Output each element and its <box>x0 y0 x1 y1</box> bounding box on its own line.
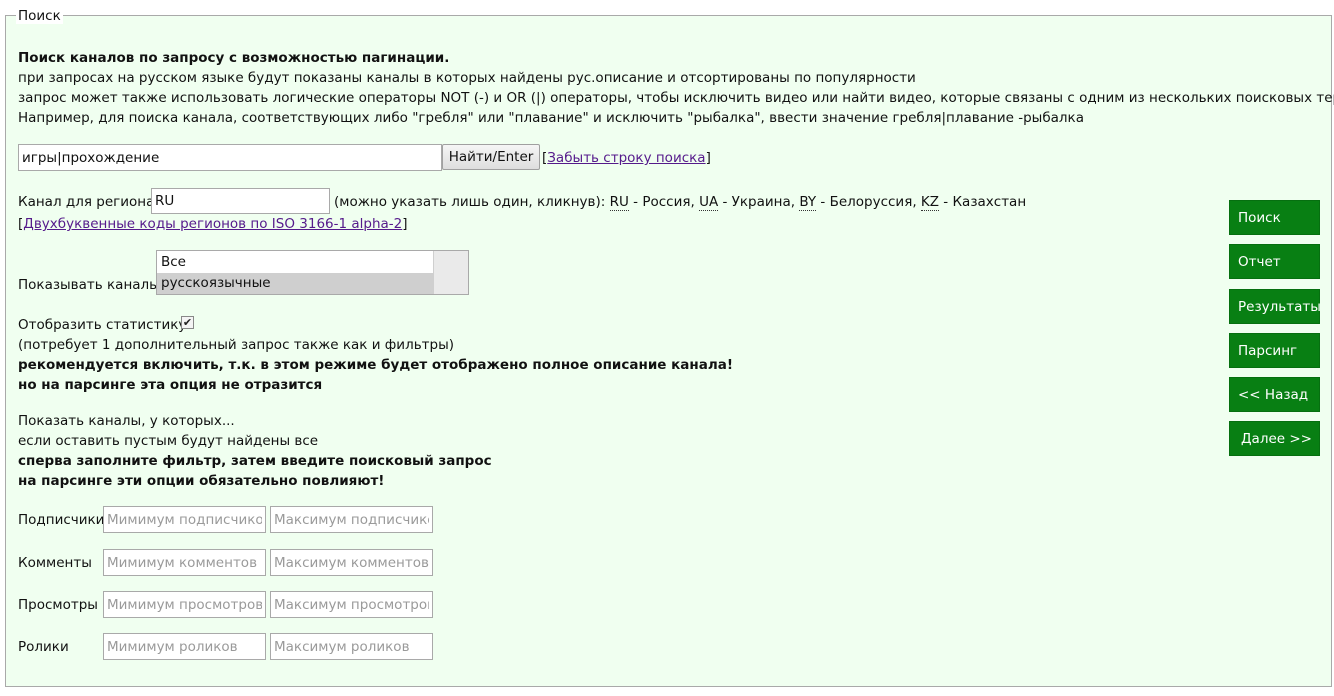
region-code-by[interactable]: BY <box>799 194 817 211</box>
intro-heading: Поиск каналов по запросу с возможностью … <box>18 50 450 66</box>
forget-search-link[interactable]: Забыть строку поиска <box>547 150 705 166</box>
bracket-close: ] <box>705 150 711 166</box>
filters-order-note: сперва заполните фильтр, затем введите п… <box>18 453 492 469</box>
forget-search-wrapper: [Забыть строку поиска] <box>542 150 711 166</box>
search-button[interactable]: Поиск <box>1229 200 1320 235</box>
max-subscribers-input[interactable] <box>270 506 433 533</box>
filters-intro: Показать каналы, у которых... <box>18 413 235 429</box>
next-button[interactable]: Далее >> <box>1229 421 1320 456</box>
iso-codes-link[interactable]: Двухбуквенные коды регионов по ISO 3166-… <box>23 216 402 232</box>
report-button[interactable]: Отчет <box>1229 244 1320 279</box>
region-hint-row: (можно указать лишь один, кликнув): RU -… <box>334 194 1027 211</box>
bracket-close: ] <box>402 216 408 232</box>
max-videos-input[interactable] <box>270 633 433 660</box>
filter-label-views: Просмотры <box>18 597 98 613</box>
stats-parsing-note: но на парсинге эта опция не отразится <box>18 377 323 393</box>
region-name-ru: - Россия, <box>628 194 700 210</box>
filters-empty-note: если оставить пустым будут найдены все <box>18 433 319 449</box>
results-button[interactable]: Результаты <box>1229 289 1321 324</box>
filters-parsing-note: на парсинге эти опции обязательно повлия… <box>18 473 385 489</box>
filter-label-videos: Ролики <box>18 639 69 655</box>
max-comments-input[interactable] <box>270 549 433 576</box>
listbox-scrollbar[interactable] <box>433 251 468 294</box>
filter-label-subscribers: Подписчики <box>18 512 105 528</box>
region-code-ru[interactable]: RU <box>609 194 629 211</box>
stats-recommend: рекомендуется включить, т.к. в этом режи… <box>18 357 733 373</box>
option-all[interactable]: Все <box>157 252 433 273</box>
region-name-kz: - Казахстан <box>939 194 1027 210</box>
stats-note: (потребует 1 дополнительный запрос также… <box>18 337 455 353</box>
region-hint: (можно указать лишь один, кликнув): <box>334 194 606 210</box>
intro-line-1: при запросах на русском языке будут пока… <box>18 70 916 86</box>
option-russian[interactable]: русскоязычные <box>157 273 433 294</box>
intro-line-3: Например, для поиска канала, соответству… <box>18 110 1084 126</box>
min-comments-input[interactable] <box>103 549 266 576</box>
stats-label: Отобразить статистику <box>18 317 187 333</box>
parsing-button[interactable]: Парсинг <box>1229 333 1320 368</box>
intro-line-2: запрос может также использовать логическ… <box>18 90 1334 106</box>
back-button[interactable]: << Назад <box>1229 377 1320 412</box>
show-channels-listbox[interactable]: Все русскоязычные <box>156 250 469 295</box>
region-name-ua: - Украина, <box>718 194 800 210</box>
min-subscribers-input[interactable] <box>103 506 266 533</box>
find-button[interactable]: Найти/Enter <box>442 144 540 170</box>
region-code-kz[interactable]: KZ <box>920 194 940 211</box>
show-channels-label: Показывать каналы <box>18 277 160 293</box>
min-videos-input[interactable] <box>103 633 266 660</box>
stats-checkbox[interactable]: ✔ <box>181 316 194 329</box>
search-input[interactable] <box>18 144 442 171</box>
region-code-ua[interactable]: UA <box>699 194 719 211</box>
filter-label-comments: Комменты <box>18 555 92 571</box>
max-views-input[interactable] <box>270 591 433 618</box>
region-input[interactable] <box>151 188 330 214</box>
region-name-by: - Белоруссия, <box>816 194 921 210</box>
region-label: Канал для региона <box>18 194 155 210</box>
fieldset-legend: Поиск <box>16 8 63 24</box>
min-views-input[interactable] <box>103 591 266 618</box>
iso-codes-wrapper: [Двухбуквенные коды регионов по ISO 3166… <box>18 216 408 232</box>
